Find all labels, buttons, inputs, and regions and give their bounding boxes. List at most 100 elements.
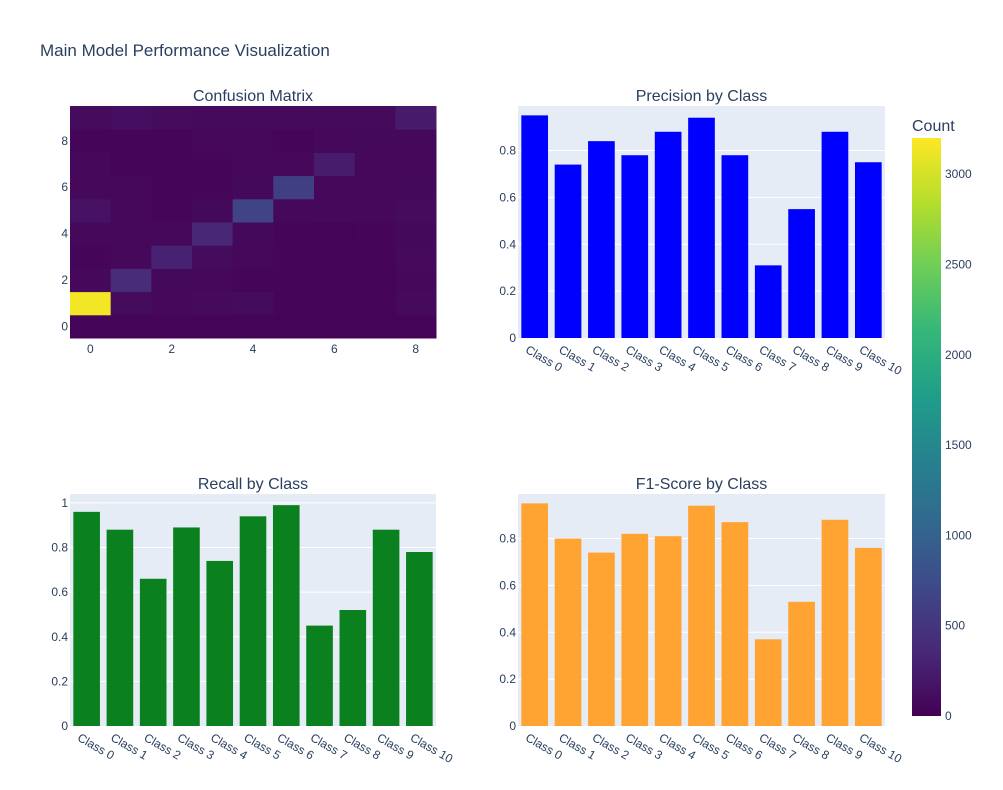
heatmap-cell bbox=[151, 222, 193, 246]
heatmap-cell bbox=[314, 175, 356, 200]
heatmap-cell bbox=[395, 152, 437, 177]
heatmap-cell bbox=[110, 129, 152, 153]
recall-bar bbox=[106, 529, 134, 726]
colorbar-tick: 500 bbox=[945, 619, 965, 633]
heatmap-cell bbox=[314, 245, 356, 269]
precision-y-tick: 0.2 bbox=[499, 284, 516, 298]
precision-x-tick: Class 4 bbox=[657, 342, 699, 374]
heatmap-title: Confusion Matrix bbox=[193, 88, 313, 105]
heatmap-cell bbox=[232, 152, 274, 177]
heatmap-cell bbox=[192, 245, 234, 269]
heatmap-cell bbox=[273, 198, 315, 223]
heatmap-cell bbox=[354, 268, 396, 293]
precision-x-tick: Class 0 bbox=[523, 342, 565, 374]
heatmap-cell bbox=[354, 314, 396, 339]
heatmap-cell bbox=[192, 152, 234, 177]
recall-bar bbox=[173, 527, 200, 726]
heatmap-cell bbox=[192, 198, 234, 223]
recall-y-tick: 0.2 bbox=[51, 674, 68, 688]
heatmap-cell bbox=[354, 245, 396, 269]
colorbar-tick: 1500 bbox=[945, 438, 972, 452]
recall-x-tick: Class 5 bbox=[242, 730, 284, 762]
precision-bar bbox=[554, 164, 582, 338]
recall-y-tick: 1 bbox=[61, 496, 68, 510]
heatmap-cell bbox=[151, 291, 193, 316]
heatmap-y-tick: 0 bbox=[61, 319, 68, 333]
heatmap-cell bbox=[110, 175, 152, 200]
recall-x-tick: Class 7 bbox=[308, 730, 350, 762]
heatmap-cell bbox=[395, 291, 437, 316]
heatmap-cell bbox=[232, 291, 274, 316]
recall-x-tick: Class 0 bbox=[75, 730, 117, 762]
heatmap-x-tick: 4 bbox=[250, 342, 257, 356]
heatmap-cell bbox=[70, 268, 112, 293]
heatmap-cell bbox=[232, 222, 274, 246]
precision-title: Precision by Class bbox=[636, 88, 768, 105]
precision-bar bbox=[754, 265, 782, 338]
recall-bar bbox=[239, 516, 267, 726]
heatmap-cell bbox=[273, 245, 315, 269]
heatmap-y-tick: 6 bbox=[61, 180, 68, 194]
precision-y-tick: 0.6 bbox=[499, 190, 516, 204]
heatmap-x-tick: 8 bbox=[412, 342, 419, 356]
colorbar bbox=[912, 138, 941, 716]
heatmap-cell bbox=[314, 106, 356, 130]
heatmap-cell bbox=[151, 129, 193, 153]
heatmap-cell bbox=[70, 222, 112, 246]
heatmap-cell bbox=[273, 222, 315, 246]
precision-y-tick: 0 bbox=[509, 331, 516, 345]
heatmap-cell bbox=[70, 198, 112, 223]
heatmap-cell bbox=[192, 222, 234, 246]
heatmap-cell bbox=[314, 152, 356, 177]
f1-bar bbox=[754, 639, 782, 726]
heatmap-cell bbox=[110, 245, 152, 269]
recall-bar bbox=[139, 578, 167, 726]
heatmap-cell bbox=[70, 291, 112, 316]
precision-bar bbox=[588, 141, 615, 338]
precision-bar bbox=[688, 117, 715, 339]
recall-y-tick: 0.4 bbox=[51, 630, 68, 644]
recall-bar bbox=[339, 610, 367, 726]
heatmap-cell bbox=[314, 268, 356, 293]
heatmap-cell bbox=[273, 152, 315, 177]
heatmap-cell bbox=[232, 268, 274, 293]
heatmap-x-tick: 0 bbox=[87, 342, 94, 356]
recall-x-tick: Class 8 bbox=[341, 730, 383, 762]
heatmap-cell bbox=[151, 175, 193, 200]
recall-title: Recall by Class bbox=[198, 476, 308, 493]
f1-x-tick: Class 4 bbox=[657, 730, 699, 762]
precision-x-tick: Class 7 bbox=[757, 342, 799, 374]
heatmap-cell bbox=[70, 152, 112, 177]
recall-bar bbox=[306, 625, 333, 726]
precision-bar bbox=[721, 155, 749, 338]
heatmap-cell bbox=[232, 106, 274, 130]
recall-x-tick: Class 2 bbox=[142, 730, 184, 762]
heatmap-cell bbox=[273, 314, 315, 339]
heatmap-cell bbox=[354, 106, 396, 130]
heatmap-cell bbox=[232, 198, 274, 223]
precision-x-tick: Class 5 bbox=[690, 342, 732, 374]
heatmap-x-tick: 2 bbox=[168, 342, 175, 356]
f1-bar bbox=[854, 547, 882, 726]
heatmap-cell bbox=[395, 198, 437, 223]
f1-bar bbox=[721, 522, 749, 726]
heatmap-cell bbox=[395, 245, 437, 269]
heatmap-cell bbox=[70, 129, 112, 153]
f1-x-tick: Class 7 bbox=[757, 730, 799, 762]
colorbar-tick: 3000 bbox=[945, 167, 972, 181]
heatmap-cell bbox=[232, 129, 274, 153]
heatmap-cell bbox=[110, 291, 152, 316]
colorbar-tick: 2000 bbox=[945, 348, 972, 362]
heatmap-cell bbox=[232, 245, 274, 269]
f1-y-tick: 0.6 bbox=[499, 578, 516, 592]
precision-bar bbox=[521, 115, 549, 338]
heatmap-cell bbox=[151, 106, 193, 130]
heatmap-y-tick: 8 bbox=[61, 134, 68, 148]
heatmap-cell bbox=[70, 314, 112, 339]
recall-x-tick: Class 1 bbox=[108, 730, 150, 762]
heatmap-cell bbox=[151, 152, 193, 177]
heatmap-cell bbox=[232, 314, 274, 339]
precision-bar bbox=[788, 209, 815, 338]
heatmap-cell bbox=[314, 314, 356, 339]
f1-bar bbox=[788, 601, 815, 726]
